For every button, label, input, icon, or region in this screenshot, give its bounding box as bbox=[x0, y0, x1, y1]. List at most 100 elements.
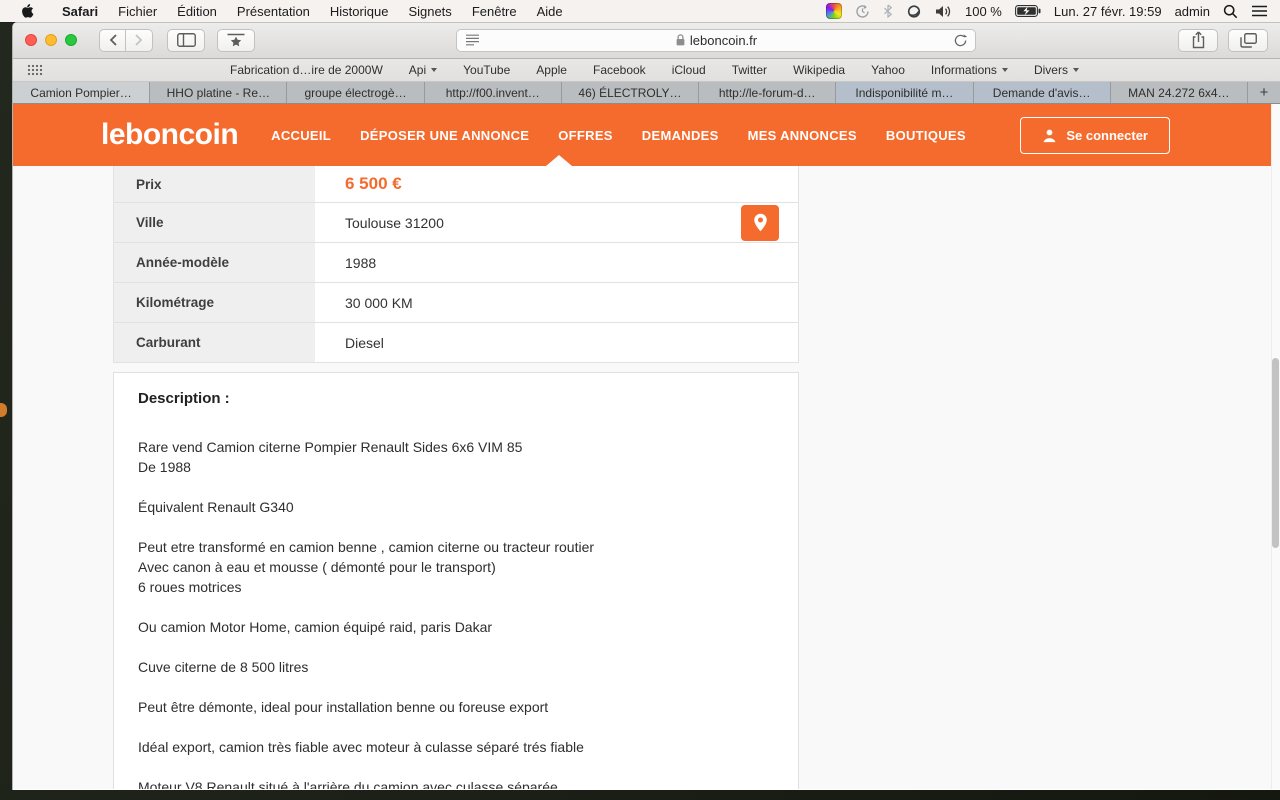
nav-accueil[interactable]: ACCUEIL bbox=[271, 128, 331, 143]
safari-window: leboncoin.fr Fabrication d…ire de 2000W … bbox=[12, 22, 1280, 790]
tab-hho-platine[interactable]: HHO platine - Re… bbox=[150, 82, 287, 103]
battery-charging-icon[interactable] bbox=[1015, 5, 1041, 17]
bluetooth-icon[interactable] bbox=[883, 4, 893, 18]
reader-icon[interactable] bbox=[465, 34, 480, 46]
colorful-app-icon[interactable] bbox=[826, 3, 842, 19]
leboncoin-logo[interactable]: leboncoin bbox=[101, 118, 238, 152]
favorite-fabrication[interactable]: Fabrication d…ire de 2000W bbox=[230, 63, 383, 77]
share-button[interactable] bbox=[1178, 29, 1218, 52]
map-pin-button[interactable] bbox=[741, 205, 779, 241]
tab-overview-button[interactable] bbox=[1228, 29, 1268, 52]
favorite-divers-folder[interactable]: Divers bbox=[1034, 63, 1079, 77]
close-window-button[interactable] bbox=[25, 34, 37, 46]
apple-menu-icon[interactable] bbox=[20, 3, 34, 19]
tab-indisponibilite[interactable]: Indisponibilité m… bbox=[836, 82, 973, 103]
time-machine-icon[interactable] bbox=[855, 4, 870, 19]
table-row-ville: Ville Toulouse 31200 bbox=[114, 202, 798, 242]
offres-active-caret bbox=[546, 155, 572, 166]
description-title: Description : bbox=[138, 389, 774, 409]
minimize-window-button[interactable] bbox=[45, 34, 57, 46]
description-paragraph: Ou camion Motor Home, camion équipé raid… bbox=[138, 617, 774, 637]
zoom-window-button[interactable] bbox=[65, 34, 77, 46]
new-tab-button[interactable]: + bbox=[1248, 82, 1280, 103]
spec-label: Année-modèle bbox=[114, 243, 315, 282]
menubar-user[interactable]: admin bbox=[1175, 4, 1210, 19]
tab-le-forum[interactable]: http://le-forum-d… bbox=[699, 82, 836, 103]
tab-demande-avis[interactable]: Demande d'avis… bbox=[974, 82, 1111, 103]
spec-label: Kilométrage bbox=[114, 283, 315, 322]
nav-boutiques[interactable]: BOUTIQUES bbox=[886, 128, 966, 143]
tab-bar: Camion Pompier… HHO platine - Re… groupe… bbox=[13, 82, 1280, 104]
login-button[interactable]: Se connecter bbox=[1020, 117, 1170, 154]
menu-fichier[interactable]: Fichier bbox=[108, 4, 167, 19]
forward-button[interactable] bbox=[126, 29, 153, 52]
favorite-youtube[interactable]: YouTube bbox=[463, 63, 510, 77]
page-content: leboncoin ACCUEIL DÉPOSER UNE ANNONCE OF… bbox=[13, 104, 1280, 789]
table-row-kilometrage: Kilométrage 30 000 KM bbox=[114, 282, 798, 322]
tab-man-24272[interactable]: MAN 24.272 6x4… bbox=[1111, 82, 1248, 103]
notification-center-icon[interactable] bbox=[1251, 5, 1268, 17]
description-panel: Description : Rare vend Camion citerne P… bbox=[113, 372, 799, 789]
menu-safari[interactable]: Safari bbox=[52, 4, 108, 19]
battery-percent: 100 % bbox=[965, 4, 1002, 19]
menu-signets[interactable]: Signets bbox=[398, 4, 461, 19]
description-paragraph: Rare vend Camion citerne Pompier Renault… bbox=[138, 437, 774, 477]
favorite-facebook[interactable]: Facebook bbox=[593, 63, 646, 77]
favorite-api-folder[interactable]: Api bbox=[409, 63, 437, 77]
sidebar-toggle-button[interactable] bbox=[167, 29, 205, 52]
table-row-prix: Prix 6 500 € bbox=[114, 166, 798, 202]
spotlight-search-icon[interactable] bbox=[1223, 4, 1238, 19]
nav-demandes[interactable]: DEMANDES bbox=[642, 128, 719, 143]
description-paragraph: Moteur V8 Renault situé à l'arrière du c… bbox=[138, 777, 774, 789]
tab-groupe-electrogene[interactable]: groupe électrogè… bbox=[287, 82, 424, 103]
top-sites-button[interactable] bbox=[217, 29, 255, 52]
description-paragraph: Équivalent Renault G340 bbox=[138, 497, 774, 517]
https-lock-icon bbox=[676, 34, 685, 46]
back-button[interactable] bbox=[99, 29, 126, 52]
nav-deposer-annonce[interactable]: DÉPOSER UNE ANNONCE bbox=[360, 128, 529, 143]
menu-historique[interactable]: Historique bbox=[320, 4, 399, 19]
reload-icon[interactable] bbox=[954, 34, 967, 47]
chevron-down-icon bbox=[1002, 68, 1008, 72]
volume-icon[interactable] bbox=[935, 5, 952, 18]
description-paragraph: Cuve citerne de 8 500 litres bbox=[138, 657, 774, 677]
description-paragraph: Peut etre transformé en camion benne , c… bbox=[138, 537, 774, 597]
tab-f00-invent[interactable]: http://f00.invent… bbox=[425, 82, 562, 103]
description-paragraph: Peut être démonte, ideal pour installati… bbox=[138, 697, 774, 717]
spec-label: Prix bbox=[114, 166, 315, 202]
scrollbar-thumb[interactable] bbox=[1272, 358, 1279, 548]
url-text[interactable]: leboncoin.fr bbox=[690, 33, 757, 48]
favorite-wikipedia[interactable]: Wikipedia bbox=[793, 63, 845, 77]
menu-fenetre[interactable]: Fenêtre bbox=[462, 4, 527, 19]
favorites-bar: Fabrication d…ire de 2000W Api YouTube A… bbox=[13, 59, 1280, 82]
mileage-value: 30 000 KM bbox=[315, 283, 798, 322]
menu-presentation[interactable]: Présentation bbox=[227, 4, 320, 19]
desktop-artifact bbox=[0, 403, 7, 417]
favorite-icloud[interactable]: iCloud bbox=[672, 63, 706, 77]
table-row-annee: Année-modèle 1988 bbox=[114, 242, 798, 282]
tab-electroly[interactable]: 46) ÉLECTROLY… bbox=[562, 82, 699, 103]
menu-aide[interactable]: Aide bbox=[527, 4, 573, 19]
favorite-informations-folder[interactable]: Informations bbox=[931, 63, 1008, 77]
swirl-app-icon[interactable] bbox=[906, 5, 922, 18]
favorite-yahoo[interactable]: Yahoo bbox=[871, 63, 905, 77]
tab-camion-pompier[interactable]: Camion Pompier… bbox=[13, 82, 150, 103]
nav-mes-annonces[interactable]: MES ANNONCES bbox=[748, 128, 857, 143]
spec-label: Ville bbox=[114, 203, 315, 242]
browser-toolbar: leboncoin.fr bbox=[13, 22, 1280, 59]
favorite-twitter[interactable]: Twitter bbox=[732, 63, 767, 77]
chevron-down-icon bbox=[1073, 68, 1079, 72]
macos-menu-bar: Safari Fichier Édition Présentation Hist… bbox=[0, 0, 1280, 22]
favorites-grid-icon[interactable] bbox=[27, 64, 43, 76]
nav-offres[interactable]: OFFRES bbox=[558, 128, 613, 143]
menu-edition[interactable]: Édition bbox=[167, 4, 227, 19]
favorite-apple[interactable]: Apple bbox=[536, 63, 567, 77]
scrollbar-track[interactable] bbox=[1271, 104, 1280, 789]
menubar-clock[interactable]: Lun. 27 févr. 19:59 bbox=[1054, 4, 1162, 19]
price-value: 6 500 € bbox=[315, 166, 798, 202]
fuel-value: Diesel bbox=[315, 323, 798, 362]
city-value: Toulouse 31200 bbox=[315, 203, 798, 242]
description-paragraph: Idéal export, camion très fiable avec mo… bbox=[138, 737, 774, 757]
leboncoin-header: leboncoin ACCUEIL DÉPOSER UNE ANNONCE OF… bbox=[13, 104, 1280, 166]
address-bar[interactable]: leboncoin.fr bbox=[456, 29, 976, 52]
